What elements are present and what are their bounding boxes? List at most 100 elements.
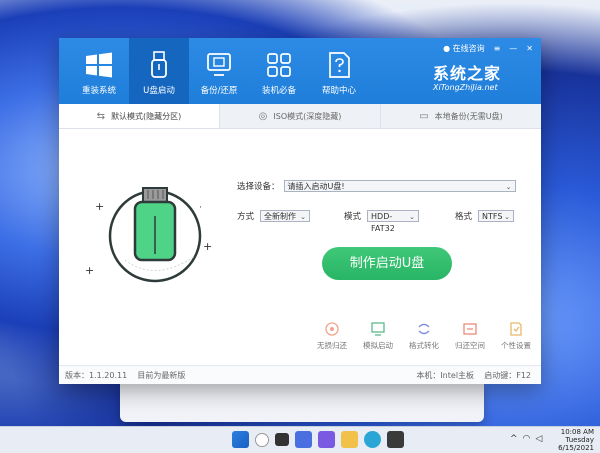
- chat-icon[interactable]: [318, 431, 335, 448]
- mode-value: HDD-FAT32: [371, 212, 395, 233]
- usb-drive-icon: [144, 50, 174, 80]
- method-value: 全新制作: [264, 212, 296, 221]
- method-row: 方式 全新制作 ⌄: [237, 210, 310, 222]
- tool-label: 无损归还: [317, 341, 347, 350]
- format-value: NTFS: [482, 212, 502, 221]
- chevron-down-icon: ⌄: [409, 211, 415, 223]
- brand-domain: XiTongZhiJia.net: [433, 83, 533, 92]
- widgets-icon[interactable]: [295, 431, 312, 448]
- disc-icon: ◎: [259, 111, 268, 122]
- restore-icon: [324, 321, 340, 337]
- app-header: 重装系统 U盘启动 备份/还原 装机必备: [59, 38, 541, 104]
- device-value: 请插入启动U盘!: [288, 182, 345, 191]
- clock-time: 10:08 AM: [558, 428, 594, 436]
- tool-format-convert[interactable]: 格式转化: [401, 321, 447, 361]
- titlebar-controls: ● 在线咨询 ≡ — ✕: [443, 41, 533, 55]
- convert-icon: [416, 321, 432, 337]
- return-space-icon: [462, 321, 478, 337]
- svg-text:+: +: [203, 240, 212, 253]
- format-label: 格式: [455, 210, 472, 222]
- taskbar-clock[interactable]: 10:08 AM Tuesday 6/15/2021: [558, 428, 594, 452]
- tools-bar: 无损归还 模拟启动 格式转化 归还空间 个性设置: [309, 321, 539, 361]
- mode-row: 模式 HDD-FAT32 ⌄: [344, 210, 419, 222]
- tab-iso-mode[interactable]: ◎ ISO模式(深度隐藏): [220, 104, 381, 128]
- tool-simulate-boot[interactable]: 模拟启动: [355, 321, 401, 361]
- tool-lossless-restore[interactable]: 无损归还: [309, 321, 355, 361]
- device-select[interactable]: 请插入启动U盘! ⌄: [284, 180, 516, 192]
- device-label: 选择设备：: [237, 180, 280, 192]
- mode-label: 模式: [344, 210, 361, 222]
- tool-label: 个性设置: [501, 341, 531, 350]
- system-tray: ^ ◠ ◁: [510, 434, 542, 444]
- device-row: 选择设备： 请插入启动U盘! ⌄: [237, 180, 516, 192]
- tab-default-mode[interactable]: ⇆ 默认模式(隐藏分区): [59, 104, 220, 128]
- help-doc-icon: [324, 50, 354, 80]
- volume-icon[interactable]: ◁: [535, 434, 542, 444]
- tool-label: 模拟启动: [363, 341, 393, 350]
- search-icon[interactable]: [255, 433, 269, 447]
- start-windows-icon[interactable]: [232, 431, 249, 448]
- svg-text:+: +: [95, 200, 104, 213]
- machine-text: 本机：Intel主板: [416, 371, 474, 380]
- simulate-boot-icon: [370, 321, 386, 337]
- usb-illustration-icon: + + + ·: [85, 178, 225, 298]
- tool-custom-settings[interactable]: 个性设置: [493, 321, 539, 361]
- tool-label: 归还空间: [455, 341, 485, 350]
- online-consult-link[interactable]: ● 在线咨询: [443, 43, 485, 54]
- nav-label: 重装系统: [69, 84, 129, 96]
- task-view-icon[interactable]: [275, 433, 289, 446]
- tab-label: 默认模式(隐藏分区): [111, 111, 181, 122]
- latest-text: 目前为最新版: [137, 371, 185, 380]
- tab-local-backup[interactable]: ▭ 本地备份(无需U盘): [381, 104, 541, 128]
- brand-name: 系统之家: [433, 60, 533, 84]
- chevron-down-icon: ⌄: [300, 211, 306, 223]
- tool-return-space[interactable]: 归还空间: [447, 321, 493, 361]
- method-label: 方式: [237, 210, 254, 222]
- file-explorer-icon[interactable]: [341, 431, 358, 448]
- nav-label: 装机必备: [249, 84, 309, 96]
- apps-grid-icon: [264, 50, 294, 80]
- clock-day: Tuesday: [558, 436, 594, 444]
- svg-text:·: ·: [199, 203, 202, 213]
- mode-select[interactable]: HDD-FAT32 ⌄: [367, 210, 419, 222]
- usb-symbol-icon: ⇆: [97, 111, 105, 122]
- close-button[interactable]: ✕: [526, 44, 533, 53]
- tab-label: 本地备份(无需U盘): [435, 111, 503, 122]
- status-right: 本机：Intel主板 启动键：F12: [416, 370, 531, 381]
- make-boot-usb-button[interactable]: 制作启动U盘: [322, 247, 452, 280]
- nav-usb-boot[interactable]: U盘启动: [129, 38, 189, 104]
- chevron-up-icon[interactable]: ^: [510, 434, 518, 444]
- method-select[interactable]: 全新制作 ⌄: [260, 210, 310, 222]
- nav-help-center[interactable]: 帮助中心: [309, 38, 369, 104]
- nav-reinstall-system[interactable]: 重装系统: [69, 38, 129, 104]
- taskbar: ^ ◠ ◁ 10:08 AM Tuesday 6/15/2021: [0, 426, 600, 453]
- windows-logo-icon: [84, 50, 114, 80]
- online-consult-label: 在线咨询: [453, 44, 485, 53]
- backup-icon: [204, 50, 234, 80]
- taskbar-apps: [232, 431, 404, 448]
- nav-backup-restore[interactable]: 备份/还原: [189, 38, 249, 104]
- nav-label: 帮助中心: [309, 84, 369, 96]
- custom-settings-icon: [508, 321, 524, 337]
- brand-logo: 系统之家 XiTongZhiJia.net: [433, 60, 533, 96]
- mode-tabs: ⇆ 默认模式(隐藏分区) ◎ ISO模式(深度隐藏) ▭ 本地备份(无需U盘): [59, 104, 541, 129]
- status-bar: 版本：1.1.20.11 目前为最新版 本机：Intel主板 启动键：F12: [59, 365, 541, 384]
- tab-label: ISO模式(深度隐藏): [273, 111, 341, 122]
- format-select[interactable]: NTFS ⌄: [478, 210, 514, 222]
- chevron-down-icon: ⌄: [506, 181, 512, 193]
- chevron-down-icon: ⌄: [504, 211, 510, 223]
- menu-button[interactable]: ≡: [494, 44, 501, 53]
- clock-date: 6/15/2021: [558, 444, 594, 452]
- minimize-button[interactable]: —: [509, 44, 517, 53]
- hard-disk-icon: ▭: [419, 111, 428, 122]
- hotkey-text: 启动键：F12: [484, 371, 531, 380]
- app-window: 重装系统 U盘启动 备份/还原 装机必备: [59, 38, 541, 384]
- wifi-icon[interactable]: ◠: [523, 434, 531, 444]
- background-window: [120, 384, 484, 422]
- store-icon[interactable]: [387, 431, 404, 448]
- edge-browser-icon[interactable]: [364, 431, 381, 448]
- version-text: 版本：1.1.20.11: [65, 371, 127, 380]
- nav-essentials[interactable]: 装机必备: [249, 38, 309, 104]
- svg-text:+: +: [85, 264, 94, 277]
- tool-label: 格式转化: [409, 341, 439, 350]
